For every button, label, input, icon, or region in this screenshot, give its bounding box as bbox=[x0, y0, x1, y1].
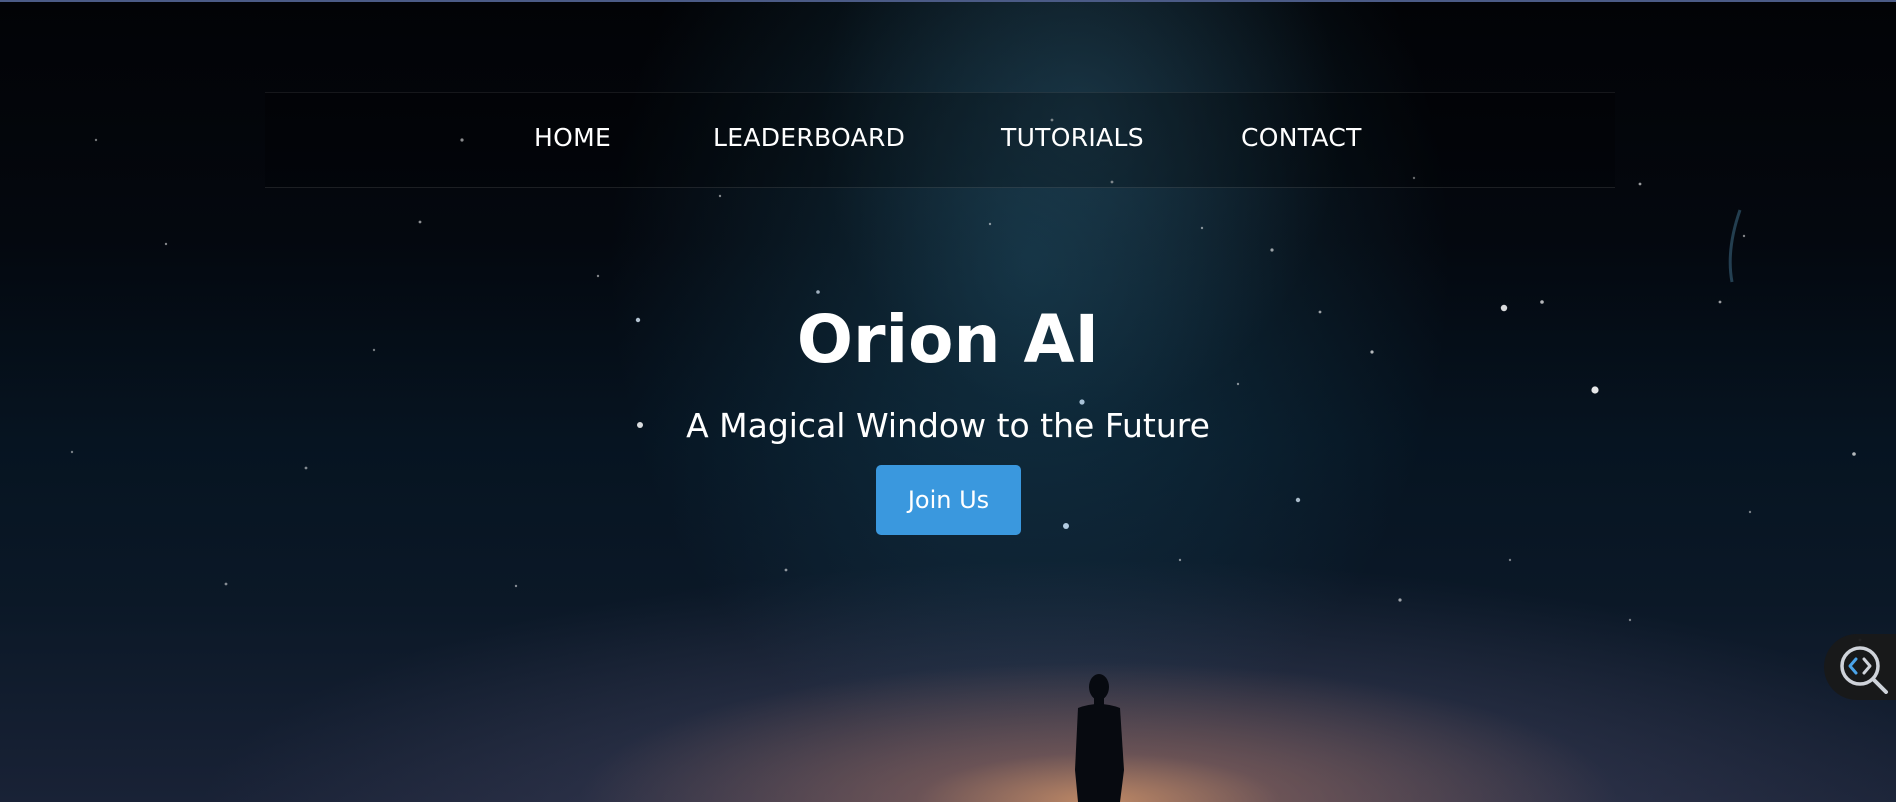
nav-contact[interactable]: CONTACT bbox=[1241, 123, 1362, 152]
code-search-widget[interactable] bbox=[1824, 634, 1896, 700]
join-us-button[interactable]: Join Us bbox=[876, 465, 1021, 535]
nav-tutorials[interactable]: TUTORIALS bbox=[1001, 123, 1144, 152]
code-search-icon bbox=[1840, 646, 1888, 694]
hero-title: Orion AI bbox=[796, 301, 1100, 378]
nav-leaderboard[interactable]: LEADERBOARD bbox=[713, 123, 905, 152]
main-navigation: HOME LEADERBOARD TUTORIALS CONTACT bbox=[265, 92, 1615, 188]
nav-home[interactable]: HOME bbox=[534, 123, 611, 152]
hero-subtitle: A Magical Window to the Future bbox=[686, 406, 1210, 445]
person-silhouette bbox=[1075, 674, 1124, 802]
landing-page: HOME LEADERBOARD TUTORIALS CONTACT Orion… bbox=[0, 0, 1896, 802]
